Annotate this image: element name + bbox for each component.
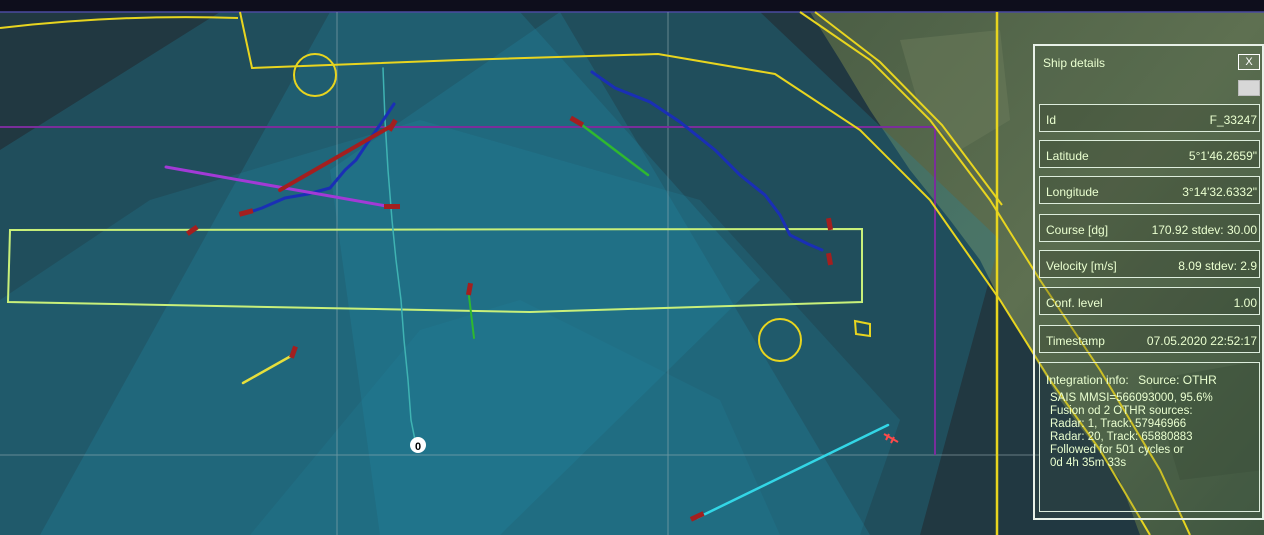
field-label: Course [dg] <box>1046 223 1109 237</box>
field-velocity: Velocity [m/s] 8.09 stdev: 2.9 <box>1039 250 1260 278</box>
field-label: Id <box>1046 113 1057 127</box>
field-value: 3°14'32.6332" <box>1182 185 1257 199</box>
integration-info: Integration info: Source: OTHR SAIS MMSI… <box>1039 362 1260 512</box>
field-longitude: Longitude 3°14'32.6332" <box>1039 176 1260 204</box>
integration-line: Radar: 20, Track: 65880883 <box>1050 431 1193 443</box>
integration-line: Followed for 501 cycles or <box>1050 444 1184 456</box>
field-label: Longitude <box>1046 185 1099 199</box>
pin-button[interactable] <box>1238 80 1260 96</box>
integration-details: SAIS MMSI=566093000, 95.6% Fusion od 2 O… <box>1050 392 1255 470</box>
integration-line: 0d 4h 35m 33s <box>1050 457 1127 469</box>
integration-source: Source: OTHR <box>1138 373 1217 387</box>
field-confidence: Conf. level 1.00 <box>1039 287 1260 315</box>
ship-details-panel: Ship details X Id F_33247 Latitude 5°1'4… <box>1033 44 1264 520</box>
field-id: Id F_33247 <box>1039 104 1260 132</box>
integration-line: Radar: 1, Track: 57946966 <box>1050 418 1187 430</box>
close-button[interactable]: X <box>1238 54 1260 70</box>
integration-label: Integration info: <box>1046 373 1129 387</box>
map-application: 0 Ship details X Id F_33247 Latitude 5°1… <box>0 0 1264 535</box>
field-label: Timestamp <box>1046 334 1105 348</box>
field-label: Velocity [m/s] <box>1046 259 1117 273</box>
integration-header: Integration info: Source: OTHR <box>1046 373 1217 387</box>
field-value: 170.92 stdev: 30.00 <box>1151 223 1257 237</box>
panel-title: Ship details <box>1043 56 1106 70</box>
field-value: 1.00 <box>1233 296 1257 310</box>
selected-ship-marker[interactable]: 0 <box>410 437 426 453</box>
integration-line: Fusion od 2 OTHR sources: <box>1050 405 1193 417</box>
field-course: Course [dg] 170.92 stdev: 30.00 <box>1039 214 1260 242</box>
field-label: Conf. level <box>1046 296 1103 310</box>
field-value: 5°1'46.2659" <box>1188 149 1257 163</box>
field-latitude: Latitude 5°1'46.2659" <box>1039 140 1260 168</box>
ship-marker[interactable] <box>384 204 400 209</box>
field-label: Latitude <box>1046 149 1089 163</box>
selected-ship-label: 0 <box>415 441 421 453</box>
top-border <box>0 0 1264 12</box>
field-value: 07.05.2020 22:52:17 <box>1146 334 1257 348</box>
integration-line: SAIS MMSI=566093000, 95.6% <box>1050 392 1213 404</box>
field-timestamp: Timestamp 07.05.2020 22:52:17 <box>1039 325 1260 353</box>
field-value: F_33247 <box>1209 113 1257 127</box>
field-value: 8.09 stdev: 2.9 <box>1178 259 1257 273</box>
